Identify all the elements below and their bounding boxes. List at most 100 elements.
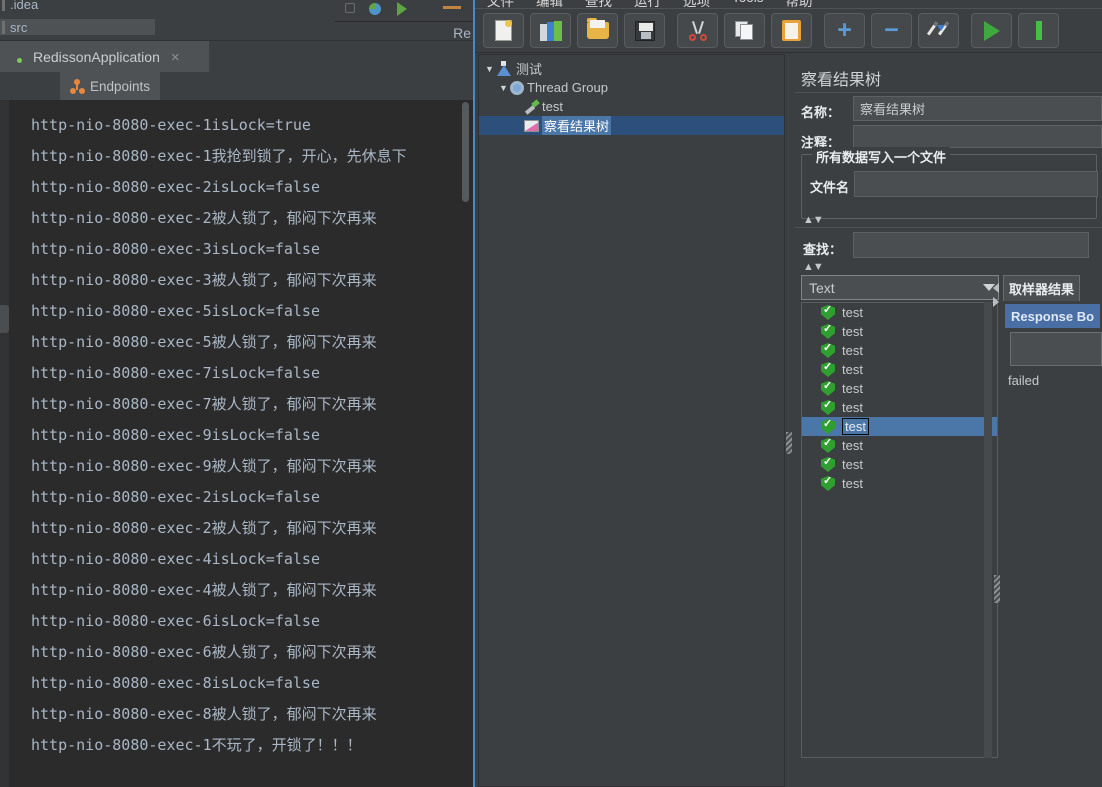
console-output[interactable]: http-nio-8080-exec-1isLock=true http-nio-… (0, 100, 473, 787)
tab-sampler-result[interactable]: 取样器结果 (1003, 275, 1081, 301)
result-list-item[interactable]: test (802, 417, 997, 436)
sampler-result-panel: 取样器结果 Response Bo failed (1003, 275, 1102, 787)
result-list-item[interactable]: test (802, 341, 997, 360)
jmeter-menu-item[interactable]: 帮助 (786, 0, 813, 8)
result-list-item[interactable]: test (802, 398, 997, 417)
plus-icon: + (837, 16, 852, 44)
name-input[interactable]: 察看结果树 (853, 96, 1102, 121)
tree-node-test-plan[interactable]: ▼ 测试 (479, 59, 784, 78)
console-line-list: http-nio-8080-exec-1isLock=true http-nio-… (31, 110, 473, 761)
filename-input[interactable] (854, 171, 1098, 197)
panel-divider (795, 227, 1102, 228)
project-tree-panel: .idea src (0, 0, 335, 40)
name-label: 名称： (801, 105, 841, 120)
collapse-expand-arrows-1[interactable]: ▲▼ (803, 214, 824, 226)
start-no-pauses-button[interactable] (1018, 13, 1059, 48)
view-results-tree-panel: 察看结果树 名称： 察看结果树 注释： 所有数据写入一个文件 文件名 ▲▼ 查找… (795, 54, 1102, 787)
console-line: http-nio-8080-exec-6被人锁了，郁闷下次再来 (31, 643, 377, 661)
collapse-expand-arrows-2[interactable]: ▲▼ (803, 261, 824, 273)
project-tree-item-src[interactable]: src (0, 17, 335, 37)
splitter-arrow-right-icon[interactable] (993, 297, 999, 307)
run-tool-window-tabbar: RedissonApplication × (0, 40, 475, 73)
renderer-select[interactable]: Text (801, 275, 999, 300)
tree-node-view-results-tree[interactable]: 察看结果树 (479, 116, 784, 135)
result-list-item[interactable]: test (802, 455, 997, 474)
gutter-handle[interactable] (0, 305, 9, 333)
console-line: http-nio-8080-exec-5isLock=false (31, 302, 320, 320)
templates-button[interactable] (530, 13, 571, 48)
console-line: http-nio-8080-exec-4被人锁了，郁闷下次再来 (31, 581, 377, 599)
expand-all-button[interactable]: + (824, 13, 865, 48)
thread-group-icon (510, 80, 524, 95)
jmeter-menu-items: 文件 编辑 查找 运行 选项 Tools 帮助 (475, 0, 813, 8)
results-list-scrollbar[interactable] (984, 302, 992, 758)
result-list-item[interactable]: test (802, 379, 997, 398)
jmeter-menu-item[interactable]: 选项 (683, 0, 710, 8)
comment-input[interactable] (853, 125, 1102, 148)
console-line: http-nio-8080-exec-9isLock=false (31, 426, 320, 444)
paste-button[interactable] (771, 13, 812, 48)
result-list-item-label: test (842, 418, 869, 435)
tab-endpoints-label: Endpoints (90, 78, 151, 94)
stop-icon[interactable] (345, 3, 355, 13)
response-search-field[interactable] (1010, 332, 1102, 366)
jmeter-menu-item[interactable]: 文件 (487, 0, 514, 8)
clipboard-icon (782, 20, 801, 41)
jmeter-menu-item[interactable]: 编辑 (536, 0, 563, 8)
jmeter-menu-item[interactable]: Tools (732, 0, 764, 8)
search-label: 查找： (803, 242, 843, 257)
console-scrollbar-thumb[interactable] (462, 102, 469, 202)
new-button[interactable] (483, 13, 524, 48)
console-line: http-nio-8080-exec-4isLock=false (31, 550, 320, 568)
console-line: http-nio-8080-exec-5被人锁了，郁闷下次再来 (31, 333, 377, 351)
results-list[interactable]: test test test test test test test test test test (801, 302, 998, 758)
project-tree-item-idea[interactable]: .idea (0, 0, 335, 14)
toggle-button[interactable] (918, 13, 959, 48)
templates-icon (539, 20, 562, 41)
start-button[interactable] (971, 13, 1012, 48)
cut-button[interactable] (677, 13, 718, 48)
result-list-item-label: test (842, 438, 863, 453)
run-icon[interactable] (397, 2, 407, 16)
console-gutter (0, 100, 9, 787)
splitter-grip[interactable] (994, 575, 1000, 603)
test-plan-tree[interactable]: ▼ 测试 ▼ Thread Group test 察看结果树 (478, 54, 785, 787)
result-list-item-label: test (842, 476, 863, 491)
toggle-icon (926, 20, 950, 41)
group-title: 所有数据写入一个文件 (812, 147, 951, 166)
tree-node-test-sampler[interactable]: test (479, 97, 784, 116)
result-list-item[interactable]: test (802, 360, 997, 379)
tab-response-body[interactable]: Response Bo (1005, 304, 1101, 328)
results-detail-splitter[interactable] (992, 275, 1003, 787)
result-list-item[interactable]: test (802, 322, 997, 341)
twisty-icon[interactable]: ▼ (497, 83, 510, 93)
jmeter-menubar: 文件 编辑 查找 运行 选项 Tools 帮助 (475, 0, 1102, 8)
jmeter-menu-item[interactable]: 查找 (585, 0, 612, 8)
result-list-item[interactable]: test (802, 474, 997, 493)
splitter-grip[interactable] (786, 432, 792, 454)
console-line: http-nio-8080-exec-8isLock=false (31, 674, 320, 692)
open-button[interactable] (577, 13, 618, 48)
save-button[interactable] (624, 13, 665, 48)
tree-detail-splitter[interactable] (785, 54, 794, 787)
close-icon[interactable]: × (171, 49, 180, 66)
debug-icon[interactable] (367, 1, 383, 17)
search-input[interactable] (853, 232, 1089, 258)
tree-node-label: 测试 (516, 62, 543, 77)
result-list-item[interactable]: test (802, 436, 997, 455)
copy-button[interactable] (724, 13, 765, 48)
result-list-item-label: test (842, 457, 863, 472)
tree-node-thread-group[interactable]: ▼ Thread Group (479, 78, 784, 97)
console-line: http-nio-8080-exec-6isLock=false (31, 612, 320, 630)
console-scrollbar[interactable] (462, 100, 471, 787)
jmeter-menu-item[interactable]: 运行 (634, 0, 661, 8)
screen-root: .idea src Re RedissonApplication × Endpo… (0, 0, 1102, 787)
result-list-item-label: test (842, 343, 863, 358)
splitter-arrow-left-icon[interactable] (993, 283, 999, 293)
tab-endpoints[interactable]: Endpoints (60, 72, 161, 100)
twisty-icon[interactable]: ▼ (483, 64, 496, 74)
result-list-item[interactable]: test (802, 303, 997, 322)
success-shield-icon (821, 419, 835, 434)
run-tab-redisson-application[interactable]: RedissonApplication × (0, 41, 209, 73)
collapse-all-button[interactable]: − (871, 13, 912, 48)
